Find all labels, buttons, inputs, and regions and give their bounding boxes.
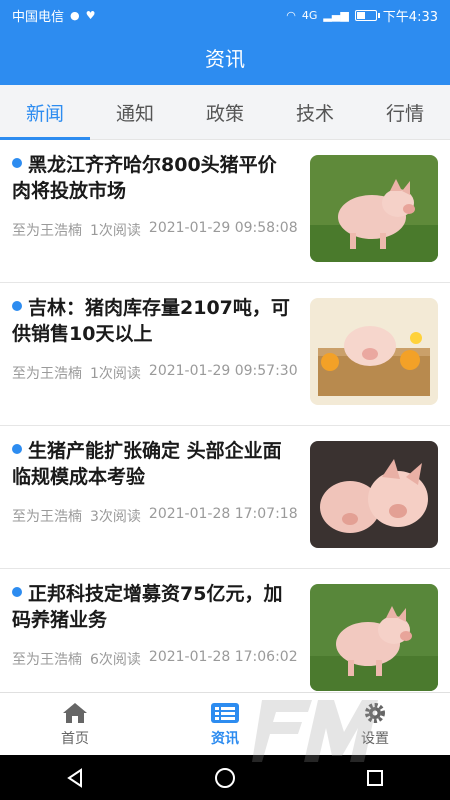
tab-notice[interactable]: 通知 [90, 85, 180, 139]
news-thumbnail [310, 298, 438, 405]
news-time: 2021-01-28 17:07:18 [148, 506, 298, 522]
piglet-in-basket-image [310, 298, 438, 405]
news-title: 吉林：猪肉库存量2107吨，可供销售10天以上 [12, 295, 292, 347]
gear-icon [361, 701, 389, 725]
nav-news[interactable]: 资讯 [150, 693, 300, 755]
wifi-icon: ◠ [286, 8, 296, 22]
news-item[interactable]: 吉林：猪肉库存量2107吨，可供销售10天以上 至为王浩楠 1次阅读 2021-… [0, 283, 450, 426]
nav-settings[interactable]: 设置 [300, 693, 450, 755]
back-icon[interactable] [55, 763, 95, 793]
pig-on-grass-image [310, 155, 438, 262]
home-icon [61, 701, 89, 725]
news-thumbnail [310, 441, 438, 548]
two-pigs-image [310, 441, 438, 548]
news-reads: 1次阅读 [90, 223, 141, 239]
tab-label: 新闻 [25, 102, 64, 125]
bullet-dot [12, 301, 22, 311]
pig-standing-image [310, 584, 438, 691]
nav-label: 资讯 [211, 730, 239, 747]
page-title: 资讯 [205, 47, 245, 71]
news-title: 正邦科技定增募资75亿元，加码养猪业务 [12, 581, 292, 633]
news-item[interactable]: 黑龙江齐齐哈尔800头猪平价肉将投放市场 至为王浩楠 1次阅读 2021-01-… [0, 140, 450, 283]
page-header: 资讯 [0, 30, 450, 85]
carrier-label: 中国电信 [12, 9, 65, 25]
tab-label: 技术 [295, 102, 334, 125]
news-title-text: 吉林：猪肉库存量2107吨，可供销售10天以上 [12, 297, 290, 345]
tab-policy[interactable]: 政策 [180, 85, 270, 139]
tab-label: 政策 [205, 102, 244, 125]
tab-tech[interactable]: 技术 [270, 85, 360, 139]
bottom-nav: 首页 资讯 设置 [0, 692, 450, 755]
bullet-dot [12, 444, 22, 454]
news-author: 至为王浩楠 [12, 223, 82, 239]
news-time: 2021-01-29 09:57:30 [148, 363, 298, 379]
news-reads: 6次阅读 [90, 652, 141, 668]
recents-icon[interactable] [355, 763, 395, 793]
bullet-dot [12, 158, 22, 168]
news-title-text: 黑龙江齐齐哈尔800头猪平价肉将投放市场 [12, 154, 277, 202]
news-meta: 至为王浩楠 3次阅读 2021-01-28 17:07:18 [12, 506, 298, 526]
home-circle-icon[interactable] [205, 763, 245, 793]
news-time: 2021-01-28 17:06:02 [148, 649, 298, 665]
news-meta: 至为王浩楠 6次阅读 2021-01-28 17:06:02 [12, 649, 298, 669]
battery-icon [354, 9, 380, 21]
news-title-text: 生猪产能扩张确定 头部企业面临规模成本考验 [12, 440, 282, 488]
news-time: 2021-01-29 09:58:08 [148, 220, 298, 236]
tab-market[interactable]: 行情 [360, 85, 450, 139]
news-icon [211, 701, 239, 725]
wechat-icon: ● [70, 8, 80, 22]
news-title: 生猪产能扩张确定 头部企业面临规模成本考验 [12, 438, 292, 490]
tab-news[interactable]: 新闻 [0, 85, 90, 140]
tab-label: 通知 [115, 102, 154, 125]
network-type: 4G [301, 8, 318, 22]
notification-icon: ♥ [85, 8, 96, 22]
status-bar: 中国电信 ● ♥ ◠ 4G ▂▄▆ 下午4:33 [0, 0, 450, 30]
news-reads: 1次阅读 [90, 366, 141, 382]
nav-label: 首页 [61, 730, 89, 747]
news-meta: 至为王浩楠 1次阅读 2021-01-29 09:57:30 [12, 363, 298, 383]
tab-label: 行情 [385, 102, 424, 125]
news-title-text: 正邦科技定增募资75亿元，加码养猪业务 [12, 583, 283, 631]
news-item[interactable]: 正邦科技定增募资75亿元，加码养猪业务 至为王浩楠 6次阅读 2021-01-2… [0, 569, 450, 692]
news-thumbnail [310, 155, 438, 262]
news-thumbnail [310, 584, 438, 691]
news-title: 黑龙江齐齐哈尔800头猪平价肉将投放市场 [12, 152, 292, 204]
news-item[interactable]: 生猪产能扩张确定 头部企业面临规模成本考验 至为王浩楠 3次阅读 2021-01… [0, 426, 450, 569]
news-reads: 3次阅读 [90, 509, 141, 525]
nav-label: 设置 [361, 730, 389, 747]
news-meta: 至为王浩楠 1次阅读 2021-01-29 09:58:08 [12, 220, 298, 240]
category-tabs: 新闻 通知 政策 技术 行情 [0, 85, 450, 140]
news-list: 黑龙江齐齐哈尔800头猪平价肉将投放市场 至为王浩楠 1次阅读 2021-01-… [0, 140, 450, 692]
news-author: 至为王浩楠 [12, 652, 82, 668]
system-nav-bar [0, 755, 450, 800]
news-author: 至为王浩楠 [12, 509, 82, 525]
bullet-dot [12, 587, 22, 597]
nav-home[interactable]: 首页 [0, 693, 150, 755]
clock: 下午4:33 [382, 9, 438, 25]
news-author: 至为王浩楠 [12, 366, 82, 382]
signal-icon: ▂▄▆ [323, 8, 349, 22]
